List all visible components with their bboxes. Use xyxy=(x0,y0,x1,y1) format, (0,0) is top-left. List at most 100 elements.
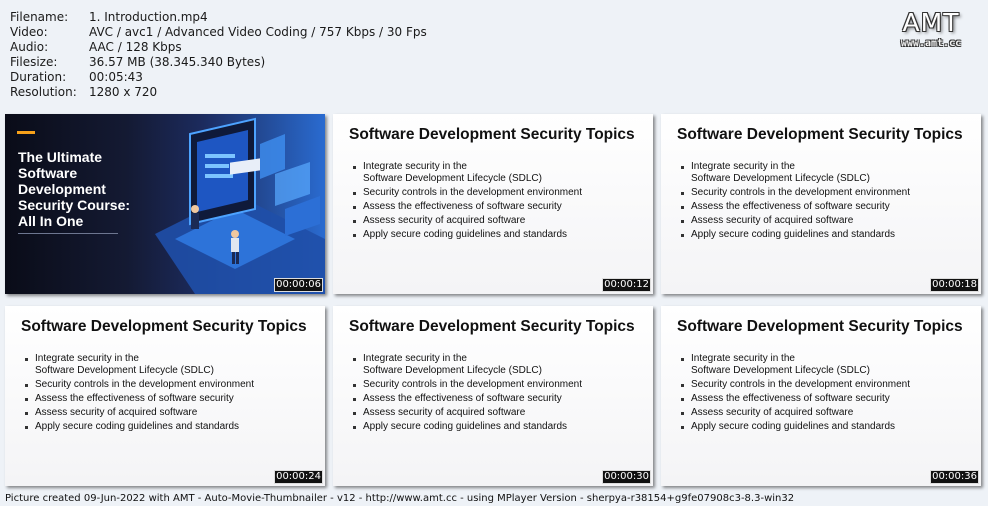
bullet-text: Integrate security in the xyxy=(691,353,795,364)
bullet-text: Integrate security in the xyxy=(363,353,467,364)
cover-accent-bar xyxy=(17,131,35,134)
bullet-item: Apply secure coding guidelines and stand… xyxy=(681,421,910,433)
info-value: AVC / avc1 / Advanced Video Coding / 757… xyxy=(89,25,427,39)
bullet-item: Integrate security in the Software Develo… xyxy=(353,161,582,185)
bullet-text: Software Development Lifecycle (SDLC) xyxy=(363,173,542,184)
bullet-item: Assess security of acquired software xyxy=(353,407,582,419)
info-value: 1. Introduction.mp4 xyxy=(89,10,208,24)
bullet-text: Assess security of acquired software xyxy=(35,407,198,418)
bullet-item: Security controls in the development env… xyxy=(353,379,582,391)
bullet-text: Assess security of acquired software xyxy=(363,407,526,418)
bullet-item: Assess security of acquired software xyxy=(681,215,910,227)
thumbnail-cover: The Ultimate Software Development Securi… xyxy=(5,114,325,294)
bullet-item: Assess the effectiveness of software sec… xyxy=(353,393,582,405)
bullet-item: Security controls in the development env… xyxy=(25,379,254,391)
info-row-duration: Duration: 00:05:43 xyxy=(10,70,427,85)
thumbnail-slide: Software Development Security Topics Int… xyxy=(661,306,981,486)
info-row-filename: Filename: 1. Introduction.mp4 xyxy=(10,10,427,25)
bullet-text: Assess security of acquired software xyxy=(363,215,526,226)
bullet-item: Security controls in the development env… xyxy=(353,187,582,199)
footer-credits: Picture created 09-Jun-2022 with AMT - A… xyxy=(5,493,795,504)
bullet-item: Assess security of acquired software xyxy=(681,407,910,419)
timestamp-label: 00:00:30 xyxy=(602,470,651,484)
bullet-text: Assess the effectiveness of software sec… xyxy=(35,393,234,404)
slide-title: Software Development Security Topics xyxy=(677,318,963,335)
slide-bullet-list: Integrate security in the Software Develo… xyxy=(681,161,910,243)
info-row-filesize: Filesize: 36.57 MB (38.345.340 Bytes) xyxy=(10,55,427,70)
cover-title-line: Security Course: xyxy=(18,197,131,213)
logo-text: AMT xyxy=(902,8,960,37)
bullet-text: Assess security of acquired software xyxy=(691,215,854,226)
bullet-text: Security controls in the development env… xyxy=(691,379,911,390)
bullet-text: Software Development Lifecycle (SDLC) xyxy=(363,365,542,376)
info-key: Resolution: xyxy=(10,85,77,99)
bullet-text: Software Development Lifecycle (SDLC) xyxy=(35,365,214,376)
bullet-text: Apply secure coding guidelines and stand… xyxy=(691,421,896,432)
bullet-item: Apply secure coding guidelines and stand… xyxy=(25,421,254,433)
bullet-text: Apply secure coding guidelines and stand… xyxy=(691,229,896,240)
timestamp-label: 00:00:18 xyxy=(930,278,979,292)
info-row-resolution: Resolution: 1280 x 720 xyxy=(10,85,427,100)
thumbnail-slide: Software Development Security Topics Int… xyxy=(333,306,653,486)
info-key: Filesize: xyxy=(10,55,58,69)
info-row-video: Video: AVC / avc1 / Advanced Video Coding… xyxy=(10,25,427,40)
bullet-text: Security controls in the development env… xyxy=(35,379,255,390)
info-key: Audio: xyxy=(10,40,49,54)
bullet-item: Integrate security in the Software Develo… xyxy=(681,353,910,377)
info-row-audio: Audio: AAC / 128 Kbps xyxy=(10,40,427,55)
slide-title: Software Development Security Topics xyxy=(349,126,635,143)
bullet-text: Integrate security in the xyxy=(35,353,139,364)
bullet-item: Assess the effectiveness of software sec… xyxy=(25,393,254,405)
slide-title: Software Development Security Topics xyxy=(677,126,963,143)
slide-bullet-list: Integrate security in the Software Develo… xyxy=(681,353,910,435)
info-key: Video: xyxy=(10,25,48,39)
bullet-item: Apply secure coding guidelines and stand… xyxy=(353,229,582,241)
cover-title-line: Development xyxy=(18,181,106,197)
isometric-illustration xyxy=(155,117,325,294)
bullet-text: Apply secure coding guidelines and stand… xyxy=(35,421,240,432)
bullet-text: Software Development Lifecycle (SDLC) xyxy=(691,365,870,376)
slide-title: Software Development Security Topics xyxy=(349,318,635,335)
bullet-item: Assess the effectiveness of software sec… xyxy=(681,393,910,405)
bullet-item: Assess the effectiveness of software sec… xyxy=(681,201,910,213)
bullet-text: Apply secure coding guidelines and stand… xyxy=(363,421,568,432)
timestamp-label: 00:00:36 xyxy=(930,470,979,484)
bullet-text: Assess the effectiveness of software sec… xyxy=(691,393,890,404)
bullet-item: Assess the effectiveness of software sec… xyxy=(353,201,582,213)
bullet-item: Security controls in the development env… xyxy=(681,187,910,199)
thumbnail-slide: Software Development Security Topics Int… xyxy=(661,114,981,294)
bullet-text: Security controls in the development env… xyxy=(691,187,911,198)
file-info: Filename: 1. Introduction.mp4 Video: AVC /… xyxy=(10,10,427,100)
bullet-item: Integrate security in the Software Develo… xyxy=(353,353,582,377)
amt-logo: AMT www.amt.cc xyxy=(888,8,974,50)
bullet-item: Apply secure coding guidelines and stand… xyxy=(353,421,582,433)
bullet-item: Assess security of acquired software xyxy=(25,407,254,419)
slide-bullet-list: Integrate security in the Software Develo… xyxy=(353,353,582,435)
thumbnail-slide: Software Development Security Topics Int… xyxy=(333,114,653,294)
info-key: Filename: xyxy=(10,10,69,24)
bullet-text: Assess the effectiveness of software sec… xyxy=(363,393,562,404)
info-key: Duration: xyxy=(10,70,67,84)
logo-url: www.amt.cc xyxy=(900,38,962,49)
bullet-text: Software Development Lifecycle (SDLC) xyxy=(691,173,870,184)
timestamp-label: 00:00:06 xyxy=(274,278,323,292)
bullet-item: Assess security of acquired software xyxy=(353,215,582,227)
slide-bullet-list: Integrate security in the Software Develo… xyxy=(353,161,582,243)
slide-title: Software Development Security Topics xyxy=(21,318,307,335)
bullet-item: Apply secure coding guidelines and stand… xyxy=(681,229,910,241)
bullet-text: Assess the effectiveness of software sec… xyxy=(691,201,890,212)
bullet-text: Apply secure coding guidelines and stand… xyxy=(363,229,568,240)
thumbnail-slide: Software Development Security Topics Int… xyxy=(5,306,325,486)
cover-title-line: Software xyxy=(18,165,78,181)
bullet-text: Assess security of acquired software xyxy=(691,407,854,418)
cover-underline xyxy=(18,233,118,234)
timestamp-label: 00:00:12 xyxy=(602,278,651,292)
info-value: 00:05:43 xyxy=(89,70,143,84)
bullet-text: Security controls in the development env… xyxy=(363,379,583,390)
bullet-item: Integrate security in the Software Develo… xyxy=(681,161,910,185)
info-value: AAC / 128 Kbps xyxy=(89,40,182,54)
info-value: 1280 x 720 xyxy=(89,85,158,99)
cover-title-line: All In One xyxy=(18,213,84,229)
bullet-item: Security controls in the development env… xyxy=(681,379,910,391)
bullet-text: Assess the effectiveness of software sec… xyxy=(363,201,562,212)
